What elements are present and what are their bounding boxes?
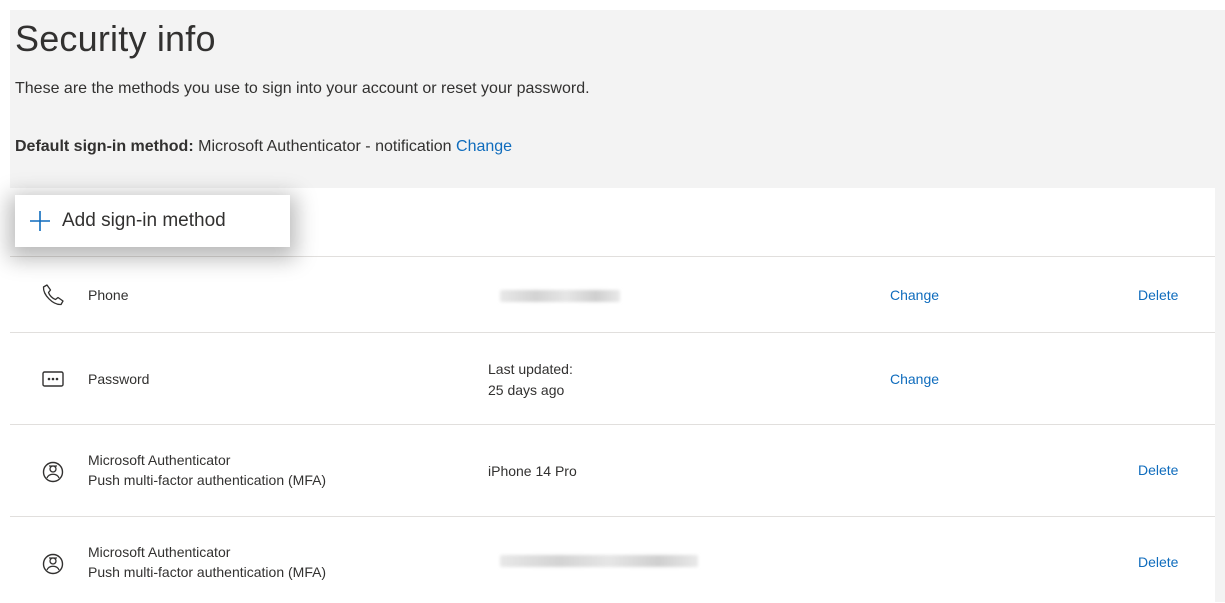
add-sign-in-method-label: Add sign-in method <box>62 210 226 231</box>
change-phone-link[interactable]: Change <box>890 287 939 303</box>
delete-authenticator-link[interactable]: Delete <box>1138 554 1178 570</box>
authenticator-device: iPhone 14 Pro <box>488 463 577 479</box>
change-default-method-link[interactable]: Change <box>456 138 512 155</box>
change-password-link[interactable]: Change <box>890 371 939 387</box>
method-row-authenticator: Microsoft Authenticator Push multi-facto… <box>10 516 1215 603</box>
password-last-updated-label: Last updated: <box>488 361 573 377</box>
method-type: Push multi-factor authentication (MFA) <box>88 472 327 488</box>
authenticator-icon <box>40 551 66 577</box>
redacted-phone-number <box>500 290 620 302</box>
redacted-device-name <box>500 555 698 567</box>
method-type: Push multi-factor authentication (MFA) <box>88 564 327 580</box>
default-method-value: Microsoft Authenticator - notification <box>198 138 452 155</box>
method-name: Microsoft Authenticator <box>88 452 231 468</box>
add-sign-in-method-button[interactable]: Add sign-in method <box>15 195 290 247</box>
method-row-authenticator: Microsoft Authenticator Push multi-facto… <box>10 424 1215 517</box>
method-name: Password <box>88 371 150 387</box>
method-name: Phone <box>88 287 129 303</box>
plus-icon <box>29 210 51 232</box>
delete-phone-link[interactable]: Delete <box>1138 287 1178 303</box>
password-icon <box>40 366 66 392</box>
method-name: Microsoft Authenticator <box>88 544 231 560</box>
default-sign-in-method: Default sign-in method: Microsoft Authen… <box>15 138 512 156</box>
authenticator-icon <box>40 459 66 485</box>
page-title: Security info <box>15 18 216 59</box>
delete-authenticator-link[interactable]: Delete <box>1138 462 1178 478</box>
phone-icon <box>40 282 66 308</box>
page-subtitle: These are the methods you use to sign in… <box>15 80 590 97</box>
method-row-password: Password Last updated: 25 days ago Chang… <box>10 332 1215 425</box>
default-method-label: Default sign-in method: <box>15 138 194 155</box>
password-last-updated-value: 25 days ago <box>488 382 565 398</box>
method-row-phone: Phone Change Delete <box>10 256 1215 333</box>
